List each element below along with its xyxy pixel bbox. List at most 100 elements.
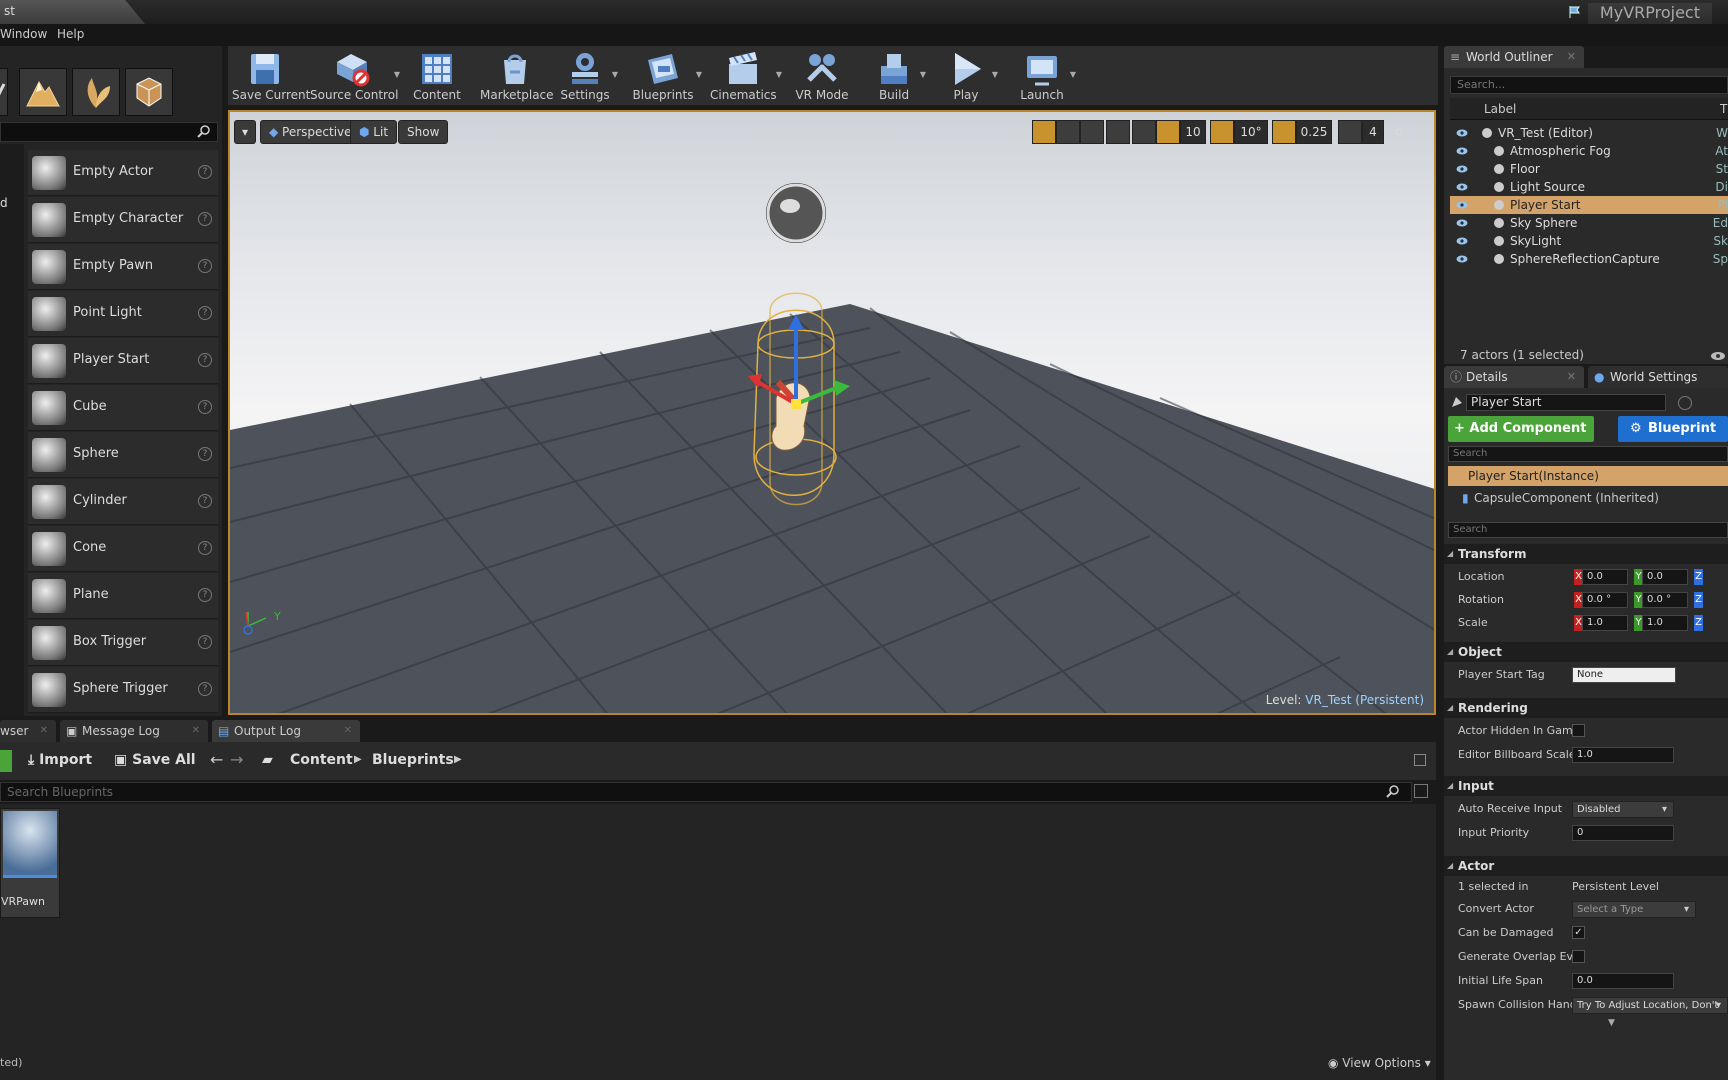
outliner-row[interactable]: Player Start Pl <box>1450 196 1728 214</box>
perspective-button[interactable]: ◆ Perspective <box>260 120 361 144</box>
surface-snap-icon[interactable] <box>1132 120 1156 144</box>
place-item[interactable]: Empty Actor? <box>28 150 218 196</box>
breadcrumb-more-icon[interactable]: ▶ <box>454 754 462 765</box>
outliner-row[interactable]: SphereReflectionCapture Sp <box>1450 250 1728 268</box>
place-item[interactable]: Plane? <box>28 573 218 619</box>
generate-overlap-checkbox[interactable] <box>1572 950 1585 963</box>
tab-content-browser[interactable]: wser ✕ <box>0 720 56 742</box>
flag-icon[interactable] <box>1568 5 1582 19</box>
outliner-type-column[interactable]: T <box>1720 102 1727 116</box>
rotation-y-field[interactable]: 0.0 ° <box>1642 592 1688 608</box>
section-input[interactable]: Input <box>1444 776 1728 796</box>
rotate-mode-icon[interactable] <box>1056 120 1080 144</box>
location-label[interactable]: Location <box>1458 570 1505 583</box>
visibility-eye-icon[interactable] <box>1456 127 1468 139</box>
place-item[interactable]: Empty Pawn? <box>28 244 218 290</box>
help-icon[interactable]: ? <box>198 588 212 602</box>
grid-snap-value[interactable]: 10 <box>1180 120 1206 144</box>
can-be-damaged-checkbox[interactable]: ✓ <box>1572 926 1585 939</box>
outliner-row[interactable]: VR_Test (Editor) W <box>1450 124 1728 142</box>
translate-mode-icon[interactable] <box>1032 120 1056 144</box>
launch-button[interactable]: Launch ▼ <box>1014 46 1076 106</box>
visibility-eye-icon[interactable] <box>1456 163 1468 175</box>
outliner-search-input[interactable]: Search... <box>1450 76 1728 94</box>
mode-geometry-button[interactable] <box>125 68 173 116</box>
section-rendering[interactable]: Rendering <box>1444 698 1728 718</box>
menu-help[interactable]: Help <box>57 27 84 41</box>
lock-icon[interactable] <box>1414 754 1426 766</box>
vr-mode-button[interactable]: VR Mode <box>794 46 850 106</box>
level-viewport[interactable]: Y ▾ ◆ Perspective ⬢ Lit Show 10 10° 0.25… <box>228 110 1436 715</box>
launch-dropdown-icon[interactable]: ▼ <box>1070 70 1076 79</box>
add-new-button[interactable] <box>0 750 12 772</box>
help-icon[interactable]: ? <box>198 400 212 414</box>
visibility-eye-icon[interactable] <box>1456 217 1468 229</box>
help-icon[interactable]: ? <box>198 541 212 555</box>
location-y-field[interactable]: 0.0 <box>1642 569 1688 585</box>
help-icon[interactable]: ? <box>198 212 212 226</box>
menu-window[interactable]: Window <box>0 27 47 41</box>
camera-speed-value[interactable]: 4 <box>1362 120 1384 144</box>
visibility-eye-icon[interactable] <box>1456 145 1468 157</box>
convert-actor-dropdown[interactable]: Select a Type <box>1572 901 1696 918</box>
build-dropdown-icon[interactable]: ▼ <box>920 70 926 79</box>
tab-output-log[interactable]: ▤ Output Log ✕ <box>212 720 360 742</box>
scale-snap-icon[interactable] <box>1272 120 1296 144</box>
camera-speed-icon[interactable] <box>1338 120 1362 144</box>
section-transform[interactable]: Transform <box>1444 544 1728 564</box>
place-item[interactable]: Cylinder? <box>28 479 218 525</box>
source-control-dropdown-icon[interactable]: ▼ <box>394 70 400 79</box>
blueprint-search-input[interactable]: Search Blueprints <box>0 782 1412 802</box>
scale-mode-icon[interactable] <box>1080 120 1104 144</box>
document-tab[interactable]: st <box>0 0 145 24</box>
help-icon[interactable]: ? <box>198 259 212 273</box>
spawn-collision-dropdown[interactable]: Try To Adjust Location, Don't <box>1572 997 1728 1014</box>
help-icon[interactable]: ? <box>198 306 212 320</box>
blueprint-button[interactable]: ⚙ Blueprint <box>1618 416 1728 442</box>
breadcrumb-blueprints[interactable]: Blueprints <box>372 752 454 768</box>
actor-name-field[interactable]: Player Start <box>1466 394 1666 411</box>
outliner-row[interactable]: Atmospheric Fog At <box>1450 142 1728 160</box>
marketplace-button[interactable]: Marketplace <box>480 46 554 106</box>
place-item[interactable]: Cube? <box>28 385 218 431</box>
help-icon[interactable]: ? <box>198 682 212 696</box>
place-item[interactable]: Sphere? <box>28 432 218 478</box>
expand-more-icon[interactable]: ▼ <box>1608 1018 1615 1028</box>
lit-button[interactable]: ⬢ Lit <box>350 120 398 144</box>
close-icon[interactable]: ✕ <box>1567 46 1576 68</box>
import-button[interactable]: ⤓ Import <box>28 752 92 768</box>
close-icon[interactable]: ✕ <box>344 720 352 742</box>
scale-x-field[interactable]: 1.0 <box>1582 615 1628 631</box>
grid-snap-icon[interactable] <box>1156 120 1180 144</box>
place-item[interactable]: Player Start? <box>28 338 218 384</box>
tab-world-settings[interactable]: ● World Settings <box>1588 366 1728 388</box>
place-item[interactable]: Point Light? <box>28 291 218 337</box>
view-options-eye-icon[interactable] <box>1710 350 1726 362</box>
tab-details[interactable]: ⓘ Details ✕ <box>1444 366 1584 388</box>
help-icon[interactable]: ? <box>198 353 212 367</box>
visibility-eye-icon[interactable] <box>1456 253 1468 265</box>
input-priority-field[interactable]: 0 <box>1572 825 1674 841</box>
forward-arrow-icon[interactable]: → <box>230 750 243 769</box>
outliner-row[interactable]: SkyLight Sk <box>1450 232 1728 250</box>
asset-tile-vrpawn[interactable]: VRPawn <box>0 808 60 918</box>
place-category-strip[interactable]: d <box>0 144 24 716</box>
help-icon[interactable]: ? <box>198 165 212 179</box>
actor-hidden-checkbox[interactable] <box>1572 724 1585 737</box>
tab-world-outliner[interactable]: ≡ World Outliner ✕ <box>1444 46 1584 68</box>
play-button[interactable]: Play ▼ <box>940 46 998 106</box>
outliner-row[interactable]: Sky Sphere Ed <box>1450 214 1728 232</box>
section-object[interactable]: Object <box>1444 642 1728 662</box>
blueprints-button[interactable]: Blueprints ▼ <box>630 46 702 106</box>
rotation-label[interactable]: Rotation <box>1458 593 1504 606</box>
place-item[interactable]: Box Trigger? <box>28 620 218 666</box>
view-options-button[interactable]: ◉ View Options ▾ <box>1328 1056 1431 1070</box>
scale-y-field[interactable]: 1.0 <box>1642 615 1688 631</box>
settings-dropdown-icon[interactable]: ▼ <box>612 70 618 79</box>
location-x-field[interactable]: 0.0 <box>1582 569 1628 585</box>
component-search-input[interactable]: Search <box>1448 446 1728 462</box>
cinematics-dropdown-icon[interactable]: ▼ <box>776 70 782 79</box>
help-icon[interactable]: ? <box>198 447 212 461</box>
outliner-label-column[interactable]: Label <box>1484 102 1516 116</box>
content-button[interactable]: Content <box>412 46 462 106</box>
